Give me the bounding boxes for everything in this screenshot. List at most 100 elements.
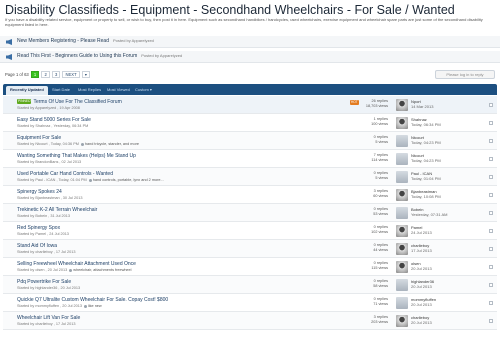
view-count: 100 views	[371, 121, 388, 126]
topic-started-by: Started by BrandonBans , 02 Jul 2013	[17, 160, 82, 164]
topic-row[interactable]: PINNED Terms Of Use For The Classified Fo…	[3, 96, 497, 114]
topic-tags[interactable]: like new	[88, 304, 102, 308]
tag-icon	[83, 304, 87, 308]
last-post-date[interactable]: 20 Jul 2013	[411, 266, 432, 271]
topic-title[interactable]: Wheelchair Lift Van For Sale	[17, 315, 80, 321]
avatar[interactable]	[396, 153, 408, 165]
tab-recently-updated[interactable]: Recently Updated	[6, 86, 48, 95]
topic-row[interactable]: Stand Aid Of Iowa Started by charlieboy …	[3, 240, 497, 258]
select-checkbox[interactable]	[489, 193, 493, 197]
topic-tags[interactable]: hand tricycle, stander, and more	[85, 142, 139, 146]
select-checkbox[interactable]	[489, 211, 493, 215]
avatar[interactable]	[396, 261, 408, 273]
megaphone-icon	[6, 54, 12, 60]
topic-tags[interactable]: hand controls, portable, lynx and 2 more…	[93, 178, 164, 182]
tab-custom[interactable]: Custom ▾	[131, 86, 156, 94]
avatar[interactable]	[396, 135, 408, 147]
avatar[interactable]	[396, 243, 408, 255]
select-checkbox[interactable]	[489, 247, 493, 251]
page-link[interactable]: 2	[41, 71, 50, 78]
topic-row[interactable]: Used Portable Car Hand Controls - Wanted…	[3, 168, 497, 186]
topic-title[interactable]: Trekinetic K-2 All Terrain Wheelchair	[17, 207, 97, 213]
tab-most-viewed[interactable]: Most Viewed	[103, 86, 134, 94]
topic-row[interactable]: Red Spinergy Spox Started by Pamel , 24 …	[3, 222, 497, 240]
topic-row[interactable]: Quickie Q7 Ultralite Custom Wheelchair F…	[3, 294, 497, 312]
topic-started-by: Started by charlieboy , 17 Jul 2013	[17, 322, 76, 326]
topic-row[interactable]: Selling Freewheel Wheelchair Attachment …	[3, 258, 497, 276]
view-count: 71 views	[373, 301, 388, 306]
pinned-title[interactable]: New Members Registering - Please Read	[17, 38, 109, 44]
topic-title[interactable]: Spinergy Spokes 24	[17, 189, 62, 195]
select-checkbox[interactable]	[489, 121, 493, 125]
last-post-date[interactable]: 20 Jul 2013	[411, 302, 436, 307]
select-checkbox[interactable]	[489, 139, 493, 143]
view-count: 53 views	[373, 211, 388, 216]
next-page-button[interactable]: NEXT	[62, 71, 80, 78]
topic-title[interactable]: Pdq Powertrike For Sale	[17, 279, 71, 285]
topic-title[interactable]: Equipment For Sale	[17, 135, 61, 141]
select-checkbox[interactable]	[489, 229, 493, 233]
last-post-date[interactable]: 14 Mar 2013	[411, 104, 433, 109]
topic-tags[interactable]: wheelchair, attachments freewheel	[73, 268, 131, 272]
topic-title[interactable]: Terms Of Use For The Classified Forum	[33, 99, 121, 105]
avatar[interactable]	[396, 315, 408, 327]
avatar[interactable]	[396, 207, 408, 219]
topic-title[interactable]: Red Spinergy Spox	[17, 225, 60, 231]
last-post-date[interactable]: Today, 04:23 PM	[411, 158, 441, 163]
last-post-date[interactable]: 17 Jul 2013	[411, 248, 432, 253]
topic-row[interactable]: Wanting Something That Makes (Helps) Me …	[3, 150, 497, 168]
view-count: 203 views	[371, 319, 388, 324]
page-link[interactable]: 3	[51, 71, 61, 78]
select-checkbox[interactable]	[489, 319, 493, 323]
last-post-date[interactable]: 20 Jul 2013	[411, 320, 432, 325]
page-link[interactable]: 1	[30, 71, 40, 78]
avatar[interactable]	[396, 225, 408, 237]
last-post-date[interactable]: Yesterday, 07:31 AM	[411, 212, 447, 217]
topic-title[interactable]: Stand Aid Of Iowa	[17, 243, 57, 249]
last-post-date[interactable]: 24 Jul 2013	[411, 230, 432, 235]
view-count: 102 views	[371, 229, 388, 234]
select-checkbox[interactable]	[489, 301, 493, 305]
topic-title[interactable]: Wanting Something That Makes (Helps) Me …	[17, 153, 136, 159]
topic-row[interactable]: Equipment For Sale Started by Ntcourt , …	[3, 132, 497, 150]
topic-started-by: Started by Shahnaz , Yesterday, 06:34 PM	[17, 124, 89, 128]
avatar[interactable]	[396, 279, 408, 291]
tag-icon	[88, 178, 92, 182]
page-jump-dropdown[interactable]: ▾	[81, 71, 90, 78]
topic-list: PINNED Terms Of Use For The Classified Fo…	[3, 96, 497, 330]
avatar[interactable]	[396, 117, 408, 129]
pinned-announcement[interactable]: Read This First - Beginners Guide to Usi…	[0, 51, 500, 63]
view-count: 115 views	[371, 265, 388, 270]
pinned-announcement[interactable]: New Members Registering - Please Read Pos…	[0, 36, 500, 48]
login-to-reply-button[interactable]: Please log in to reply	[435, 70, 495, 79]
topic-started-by: Started by Paul - ICAN , Today, 01:04 PM	[17, 178, 87, 182]
pagination: Page 1 of 63 1 2 3 NEXT ▾	[5, 71, 90, 79]
select-checkbox[interactable]	[489, 157, 493, 161]
last-post-date[interactable]: Today, 04:23 PM	[411, 140, 441, 145]
avatar[interactable]	[396, 99, 408, 111]
last-post-date[interactable]: 20 Jul 2013	[411, 284, 434, 289]
topic-title[interactable]: Easy Stand 5000 Series For Sale	[17, 117, 91, 123]
topic-title[interactable]: Quickie Q7 Ultralite Custom Wheelchair F…	[17, 297, 168, 303]
topic-row[interactable]: Easy Stand 5000 Series For Sale Started …	[3, 114, 497, 132]
pinned-title[interactable]: Read This First - Beginners Guide to Usi…	[17, 53, 137, 59]
topic-row[interactable]: Spinergy Spokes 24 Started by Bjanbeastm…	[3, 186, 497, 204]
topic-row[interactable]: Trekinetic K-2 All Terrain Wheelchair St…	[3, 204, 497, 222]
topic-title[interactable]: Selling Freewheel Wheelchair Attachment …	[17, 261, 136, 267]
select-checkbox[interactable]	[489, 103, 493, 107]
topic-row[interactable]: Pdq Powertrike For Sale Started by highl…	[3, 276, 497, 294]
select-checkbox[interactable]	[489, 265, 493, 269]
last-post-date[interactable]: Today, 06:34 PM	[411, 122, 441, 127]
sort-tabs: Recently Updated Start Date Most Replies…	[3, 84, 497, 95]
avatar[interactable]	[396, 189, 408, 201]
tab-start-date[interactable]: Start Date	[48, 86, 74, 94]
avatar[interactable]	[396, 297, 408, 309]
avatar[interactable]	[396, 171, 408, 183]
select-checkbox[interactable]	[489, 175, 493, 179]
topic-row[interactable]: Wheelchair Lift Van For Sale Started by …	[3, 312, 497, 330]
last-post-date[interactable]: Today, 10:08 PM	[411, 194, 441, 199]
tab-most-replies[interactable]: Most Replies	[74, 86, 105, 94]
select-checkbox[interactable]	[489, 283, 493, 287]
topic-title[interactable]: Used Portable Car Hand Controls - Wanted	[17, 171, 113, 177]
last-post-date[interactable]: Today, 01:04 PM	[411, 176, 441, 181]
